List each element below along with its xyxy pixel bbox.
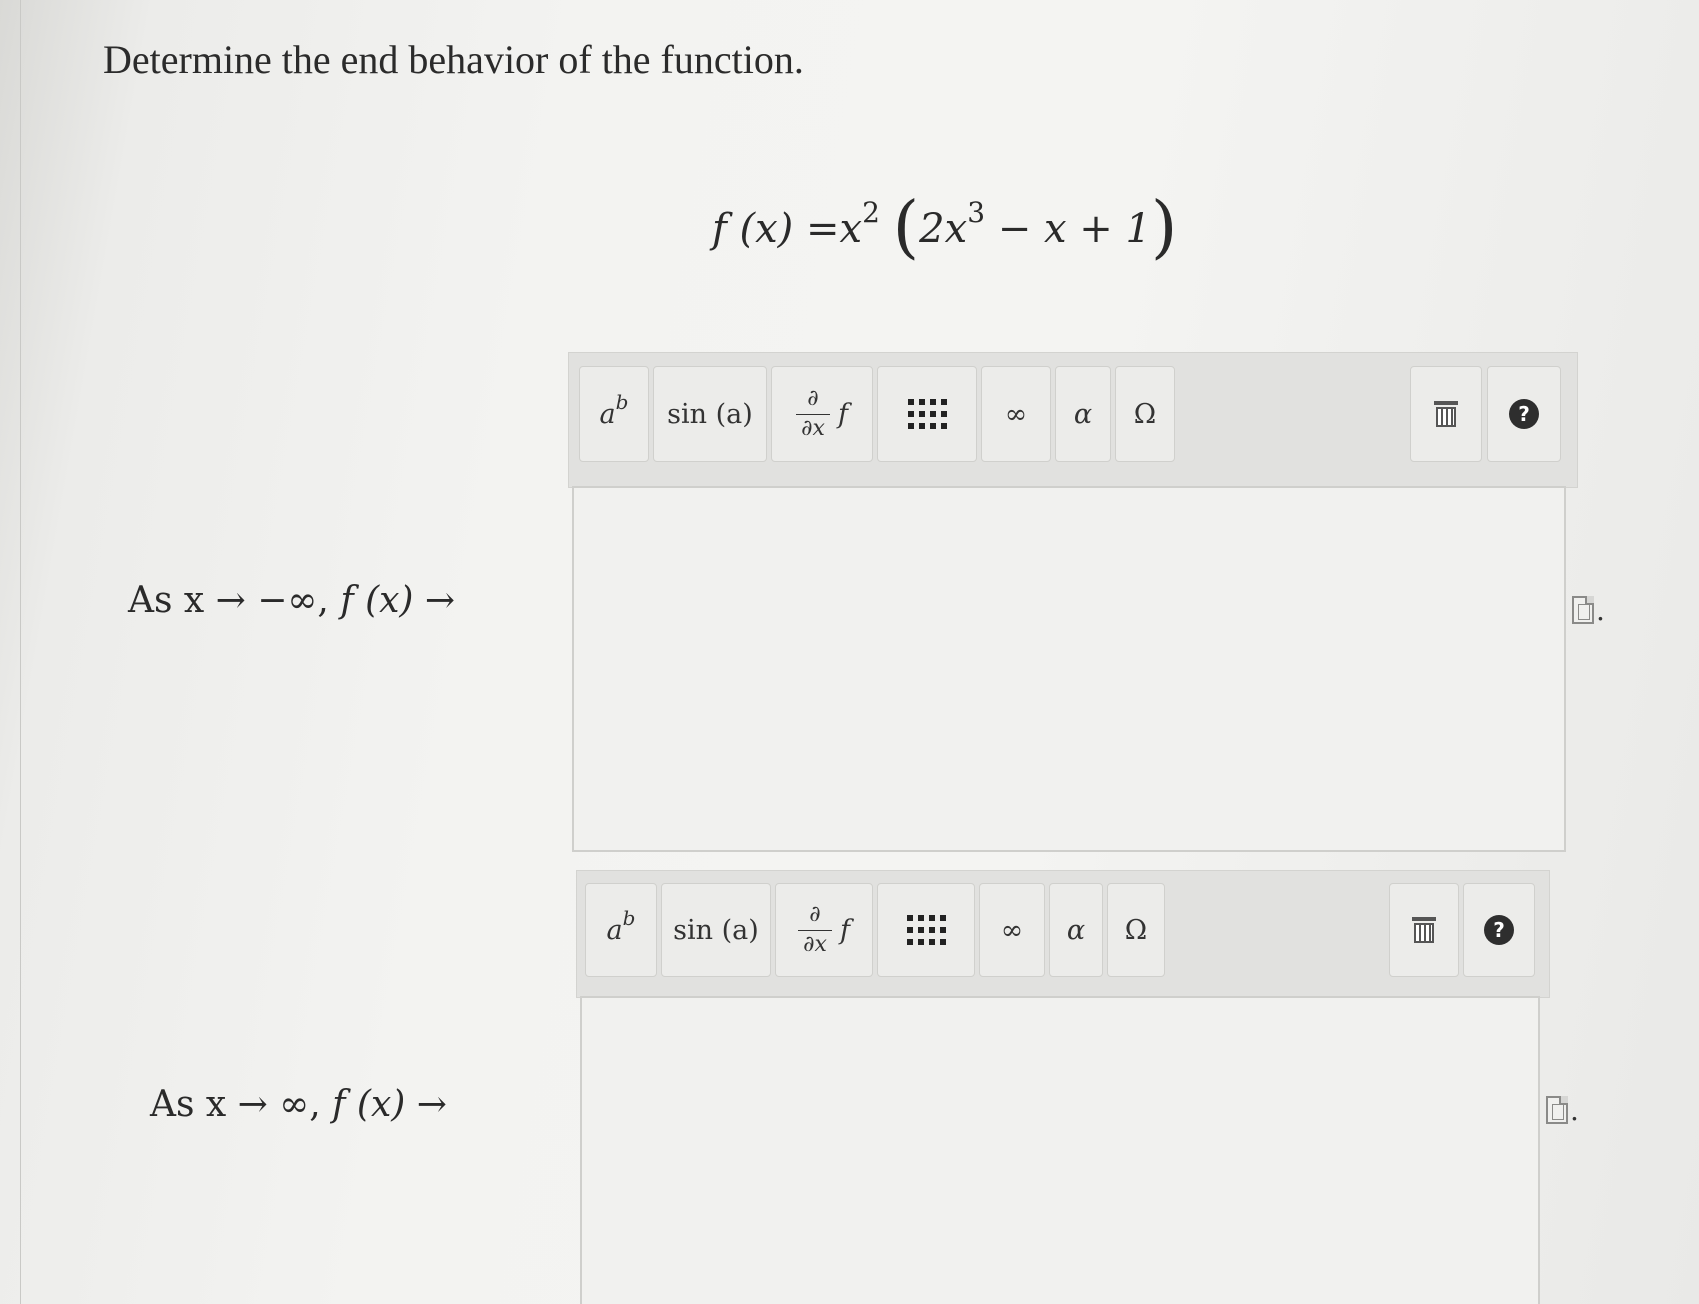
formula-inner-rest: − x + 1 — [997, 206, 1151, 252]
clear-button[interactable] — [1410, 366, 1482, 462]
row-1-label: As x → −∞, f (x) → — [128, 580, 455, 621]
symbol-omega-button[interactable]: Ω — [1107, 883, 1165, 977]
alpha-label: α — [1073, 398, 1093, 430]
matrix-button[interactable] — [877, 883, 975, 977]
omega-label: Ω — [1133, 398, 1157, 430]
editor-2-toolbar: ab sin (a) ∂ ∂x f ∞ α Ω ? — [576, 870, 1550, 998]
power-exp-label: b — [622, 906, 636, 930]
matrix-icon — [907, 399, 947, 429]
question-prompt: Determine the end behavior of the functi… — [103, 37, 804, 82]
symbol-omega-button[interactable]: Ω — [1115, 366, 1175, 462]
editor-1-toolbar: ab sin (a) ∂ ∂x f ∞ α Ω ? — [568, 352, 1578, 488]
partial-bottom-label: ∂x — [801, 415, 825, 441]
power-button[interactable]: ab — [579, 366, 649, 462]
trig-label: sin (a) — [673, 914, 759, 946]
row-2-label: As x → ∞, f (x) → — [150, 1084, 447, 1125]
partial-bottom-label: ∂x — [803, 931, 827, 957]
infinity-button[interactable]: ∞ — [979, 883, 1045, 977]
row-2-label-f: f (x) → — [332, 1084, 447, 1125]
partial-f-label: f — [838, 398, 848, 430]
function-formula: f (x) =x2 (2x3 − x + 1) — [712, 188, 1177, 267]
greek-alpha-button[interactable]: α — [1049, 883, 1103, 977]
document-icon[interactable] — [1572, 596, 1594, 624]
partial-f-label: f — [840, 914, 850, 946]
row-1-label-f: f (x) → — [340, 580, 456, 621]
help-icon: ? — [1484, 915, 1514, 945]
alpha-label: α — [1066, 914, 1086, 946]
help-icon: ? — [1509, 399, 1539, 429]
formula-inner-coef: 2x — [919, 206, 968, 252]
formula-inner-exp: 3 — [967, 195, 986, 229]
power-button[interactable]: ab — [585, 883, 657, 977]
row-2-label-prefix: As x → ∞, — [150, 1084, 333, 1125]
power-base-label: a — [599, 398, 616, 430]
row-2-trailing-period: . — [1570, 1094, 1579, 1127]
infinity-button[interactable]: ∞ — [981, 366, 1051, 462]
left-border — [20, 0, 21, 1304]
power-base-label: a — [606, 914, 623, 946]
document-icon[interactable] — [1546, 1096, 1568, 1124]
formula-base: x — [839, 206, 863, 252]
help-button[interactable]: ? — [1463, 883, 1535, 977]
answer-input-2[interactable] — [580, 996, 1540, 1304]
right-paren: ) — [1150, 188, 1178, 267]
answer-input-1[interactable] — [572, 486, 1566, 852]
power-exp-label: b — [615, 390, 629, 414]
formula-lhs: f (x) = — [712, 206, 840, 252]
omega-label: Ω — [1124, 914, 1148, 946]
matrix-icon — [906, 915, 946, 945]
row-1-trailing-period: . — [1596, 594, 1605, 627]
infinity-label: ∞ — [1000, 914, 1024, 946]
partial-derivative-button[interactable]: ∂ ∂x f — [775, 883, 873, 977]
trig-button[interactable]: sin (a) — [653, 366, 767, 462]
row-1-label-prefix: As x → −∞, — [128, 580, 341, 621]
clear-button[interactable] — [1389, 883, 1459, 977]
formula-exp: 2 — [862, 195, 880, 229]
infinity-label: ∞ — [1004, 398, 1028, 430]
trig-label: sin (a) — [667, 398, 753, 430]
partial-derivative-button[interactable]: ∂ ∂x f — [771, 366, 873, 462]
trig-button[interactable]: sin (a) — [661, 883, 771, 977]
left-paren: ( — [892, 188, 920, 267]
trash-icon — [1434, 401, 1458, 427]
partial-top-label: ∂ — [809, 902, 821, 928]
greek-alpha-button[interactable]: α — [1055, 366, 1111, 462]
partial-top-label: ∂ — [807, 386, 819, 412]
trash-icon — [1412, 917, 1436, 943]
help-button[interactable]: ? — [1487, 366, 1561, 462]
matrix-button[interactable] — [877, 366, 977, 462]
